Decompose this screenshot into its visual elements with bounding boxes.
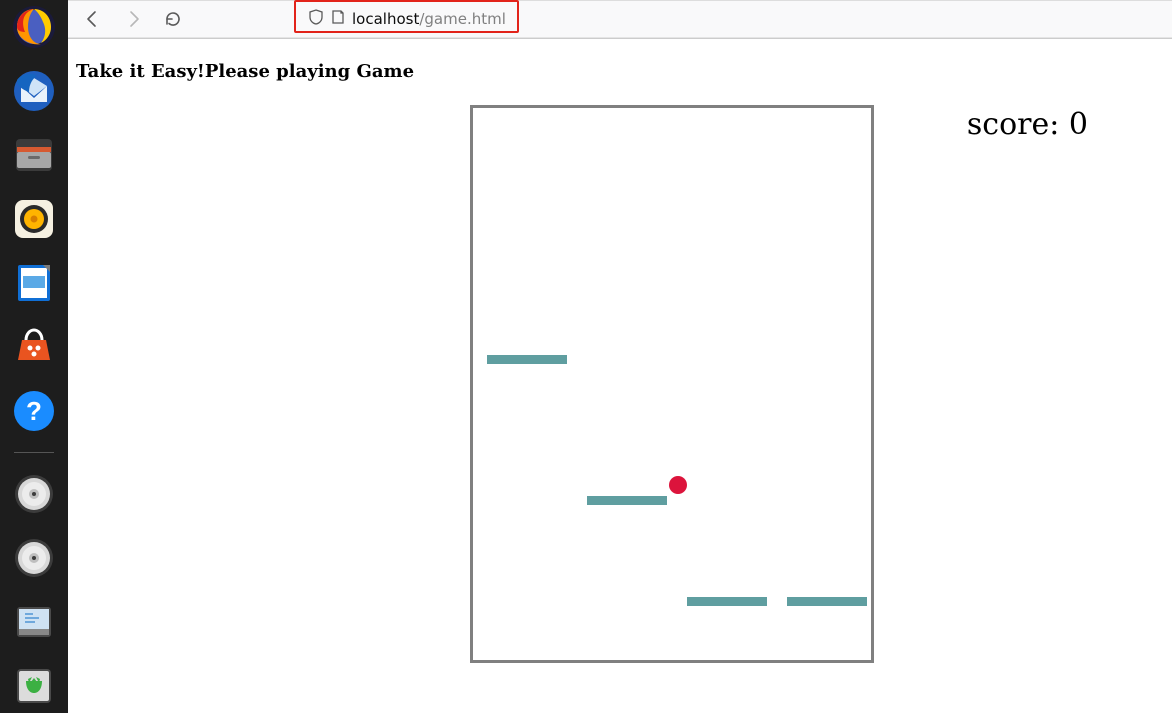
url-path: /game.html	[419, 10, 506, 28]
address-bar[interactable]: localhost/game.html	[308, 9, 506, 29]
score-label: score:	[967, 107, 1069, 142]
ubuntu-software-icon[interactable]	[9, 322, 59, 372]
shield-icon	[308, 9, 324, 29]
forward-button[interactable]	[124, 10, 142, 28]
platform	[487, 355, 567, 364]
score-display: score: 0	[967, 107, 1088, 142]
game-board[interactable]	[470, 105, 874, 663]
page-info-icon[interactable]	[330, 9, 346, 29]
reload-button[interactable]	[164, 10, 182, 28]
trash-icon[interactable]	[9, 661, 59, 711]
platform	[787, 597, 867, 606]
platform	[687, 597, 767, 606]
url-host: localhost	[352, 10, 419, 28]
page-heading: Take it Easy!Please playing Game	[76, 61, 1172, 82]
disk-icon[interactable]	[9, 469, 59, 519]
help-icon[interactable]: ?	[9, 386, 59, 436]
browser-window: localhost/game.html Take it Easy!Please …	[68, 0, 1172, 713]
libreoffice-writer-icon[interactable]	[9, 258, 59, 308]
rhythmbox-icon[interactable]	[9, 194, 59, 244]
screenshot-icon[interactable]	[9, 597, 59, 647]
dock-divider	[14, 452, 54, 453]
back-button[interactable]	[84, 10, 102, 28]
platform	[587, 496, 667, 505]
ball	[669, 476, 687, 494]
ubuntu-dock: ?	[0, 0, 68, 713]
url-text: localhost/game.html	[352, 10, 506, 28]
files-icon[interactable]	[9, 130, 59, 180]
browser-toolbar: localhost/game.html	[68, 0, 1172, 38]
page-content: Take it Easy!Please playing Game score: …	[68, 39, 1172, 713]
svg-text:?: ?	[26, 396, 42, 426]
firefox-icon[interactable]	[9, 2, 59, 52]
thunderbird-icon[interactable]	[9, 66, 59, 116]
score-value: 0	[1069, 107, 1088, 142]
disk-icon-2[interactable]	[9, 533, 59, 583]
